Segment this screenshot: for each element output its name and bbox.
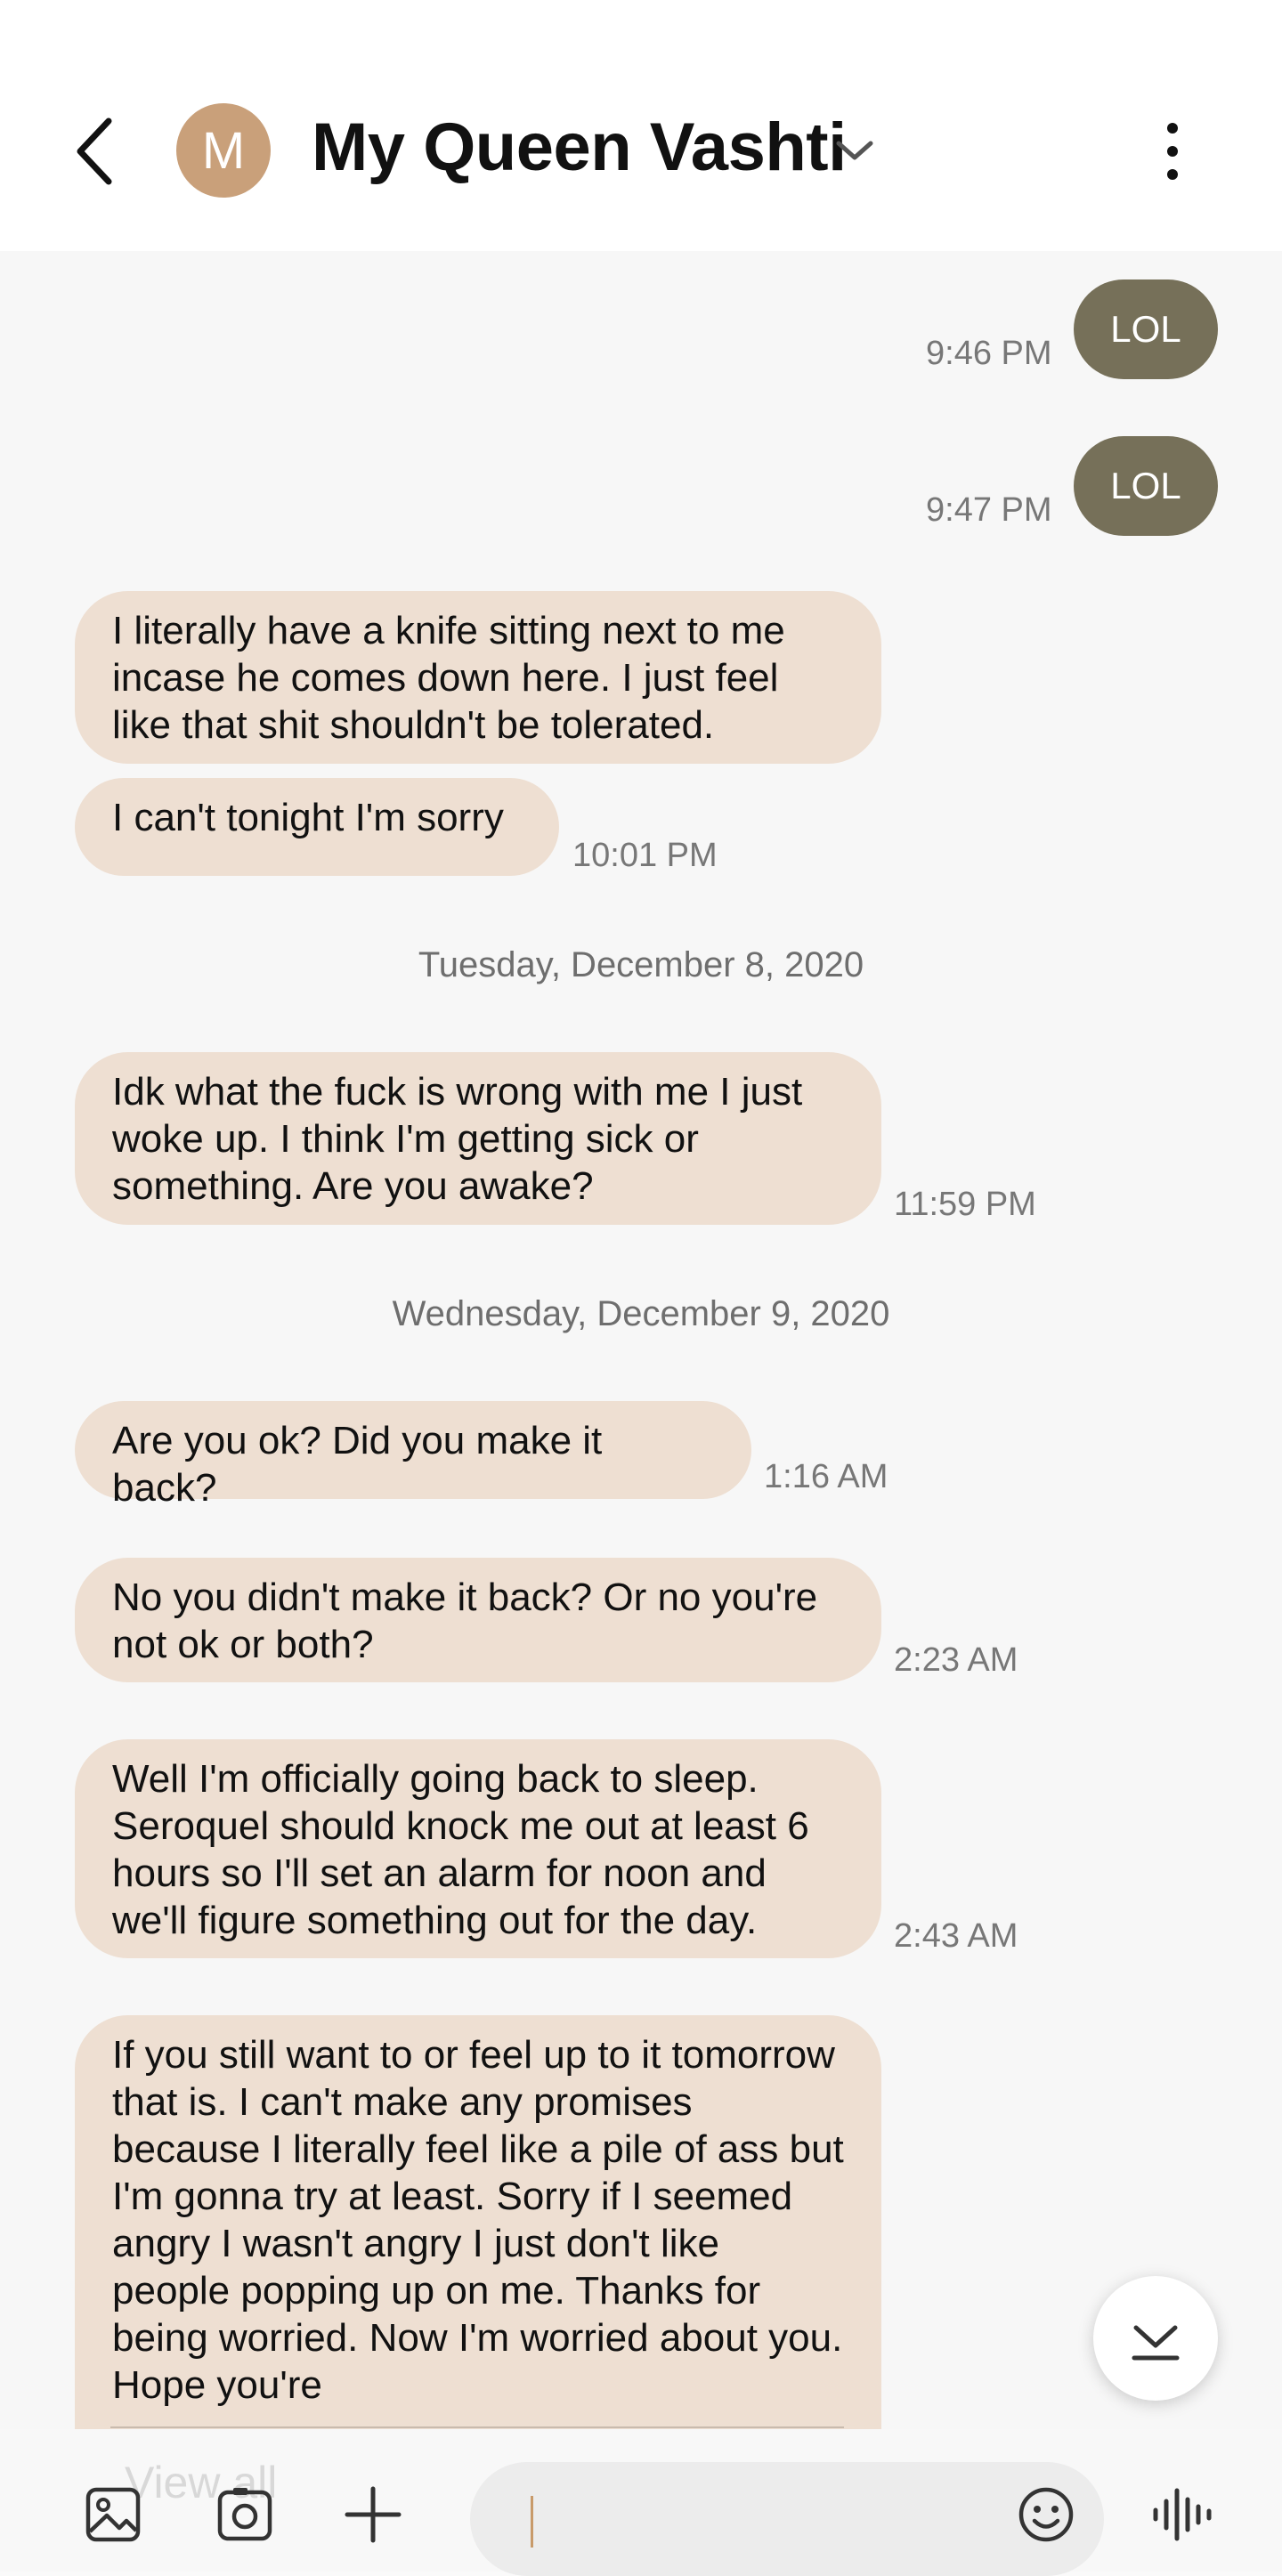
plus-icon[interactable] [344, 2485, 402, 2548]
received-bubble[interactable]: I can't tonight I'm sorry [75, 778, 559, 876]
message-time: 9:47 PM [926, 491, 1052, 529]
contact-name[interactable]: My Queen Vashti [312, 109, 847, 186]
app-bar: M My Queen Vashti [0, 0, 1282, 251]
received-bubble[interactable]: If you still want to or feel up to it to… [75, 2015, 881, 2429]
received-bubble[interactable]: No you didn't make it back? Or no you're… [75, 1558, 881, 1682]
message-time: 1:16 AM [764, 1458, 888, 1495]
message-list[interactable]: 9:46 PM LOL 9:47 PM LOL I literally have… [0, 251, 1282, 2429]
text-caret [531, 2496, 533, 2548]
avatar[interactable]: M [176, 103, 271, 198]
date-separator: Wednesday, December 9, 2020 [392, 1294, 890, 1333]
received-bubble[interactable]: I literally have a knife sitting next to… [75, 591, 881, 764]
date-separator: Tuesday, December 8, 2020 [418, 945, 864, 984]
bubble-divider [110, 2426, 844, 2428]
message-time: 2:23 AM [894, 1641, 1018, 1679]
emoji-icon[interactable] [1017, 2485, 1075, 2548]
gallery-icon[interactable] [84, 2485, 142, 2548]
message-time: 10:01 PM [572, 837, 718, 874]
camera-icon[interactable] [215, 2485, 274, 2548]
sent-bubble[interactable]: LOL [1074, 436, 1218, 536]
message-time: 11:59 PM [894, 1186, 1036, 1223]
chevron-down-icon[interactable] [828, 129, 881, 174]
scroll-down-icon[interactable] [1093, 2276, 1218, 2401]
back-arrow-icon[interactable] [62, 107, 134, 196]
received-bubble[interactable]: Idk what the fuck is wrong with me I jus… [75, 1052, 881, 1225]
message-input[interactable] [470, 2462, 1104, 2576]
message-time: 9:46 PM [926, 335, 1052, 372]
received-bubble[interactable]: Well I'm officially going back to sleep.… [75, 1739, 881, 1958]
sent-bubble[interactable]: LOL [1074, 279, 1218, 379]
avatar-letter: M [201, 121, 246, 180]
received-bubble[interactable]: Are you ok? Did you make it back? [75, 1401, 751, 1510]
more-vert-icon[interactable] [1150, 116, 1195, 187]
message-time: 2:43 AM [894, 1917, 1018, 1955]
voice-icon[interactable] [1150, 2485, 1214, 2548]
